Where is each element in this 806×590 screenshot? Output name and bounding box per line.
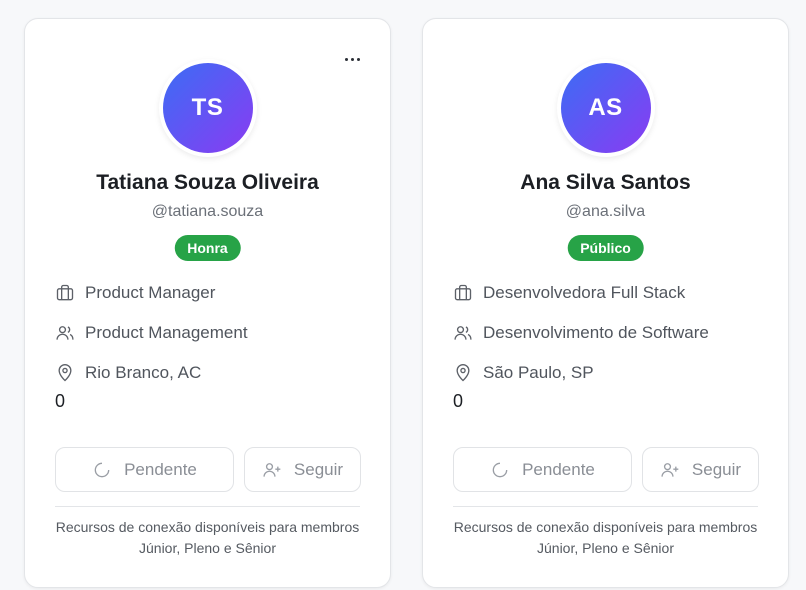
role-row: Product Manager [55,283,215,303]
follow-button[interactable]: Seguir [642,447,759,492]
follow-button[interactable]: Seguir [244,447,361,492]
avatar: AS [560,63,651,153]
role-row: Desenvolvedora Full Stack [453,283,685,303]
users-icon [56,326,74,340]
profile-card: AS Ana Silva Santos @ana.silva Público D… [422,18,789,588]
follow-label: Seguir [691,459,742,479]
map-pin-icon [456,364,470,382]
role-text: Product Manager [85,283,216,302]
department-text: Desenvolvimento de Software [483,323,709,342]
profile-name: Tatiana Souza Oliveira [96,171,319,194]
status-badge: Honra [174,235,241,261]
loading-icon [94,462,110,477]
divider [55,506,360,507]
connection-count: 0 [55,391,66,411]
profile-handle: @ana.silva [565,203,646,220]
user-plus-icon [661,462,679,477]
location-text: Rio Branco, AC [85,363,202,382]
location-text: São Paulo, SP [483,363,594,382]
department-row: Product Management [55,323,248,343]
more-dot [350,57,354,61]
avatar: TS [162,63,253,153]
connection-count: 0 [453,391,464,411]
map-pin-icon [58,364,72,382]
profile-card: TS Tatiana Souza Oliveira @tatiana.souza… [24,18,391,588]
status-badge: Público [567,235,644,261]
location-row: São Paulo, SP [453,363,594,383]
profile-name: Ana Silva Santos [520,171,691,194]
follow-label: Seguir [293,459,344,479]
loading-icon [492,462,508,477]
pending-label: Pendente [522,459,595,479]
pending-button[interactable]: Pendente [453,447,632,492]
department-row: Desenvolvimento de Software [453,323,709,343]
pending-label: Pendente [124,459,197,479]
profile-handle: @tatiana.souza [151,203,264,220]
user-plus-icon [263,462,281,477]
more-options-icon[interactable] [342,49,362,69]
more-dot [356,57,360,61]
location-row: Rio Branco, AC [55,363,201,383]
avatar-frame: AS [556,59,655,157]
role-text: Desenvolvedora Full Stack [483,283,686,302]
avatar-frame: TS [158,59,257,157]
pending-button[interactable]: Pendente [55,447,234,492]
connection-note: Recursos de conexão disponíveis para mem… [55,519,360,556]
more-dot [344,57,348,61]
briefcase-icon [454,284,472,301]
profile-card-grid: TS Tatiana Souza Oliveira @tatiana.souza… [0,0,806,590]
department-text: Product Management [85,323,248,342]
users-icon [454,326,472,340]
briefcase-icon [56,284,74,301]
connection-note: Recursos de conexão disponíveis para mem… [453,519,758,556]
divider [453,506,758,507]
